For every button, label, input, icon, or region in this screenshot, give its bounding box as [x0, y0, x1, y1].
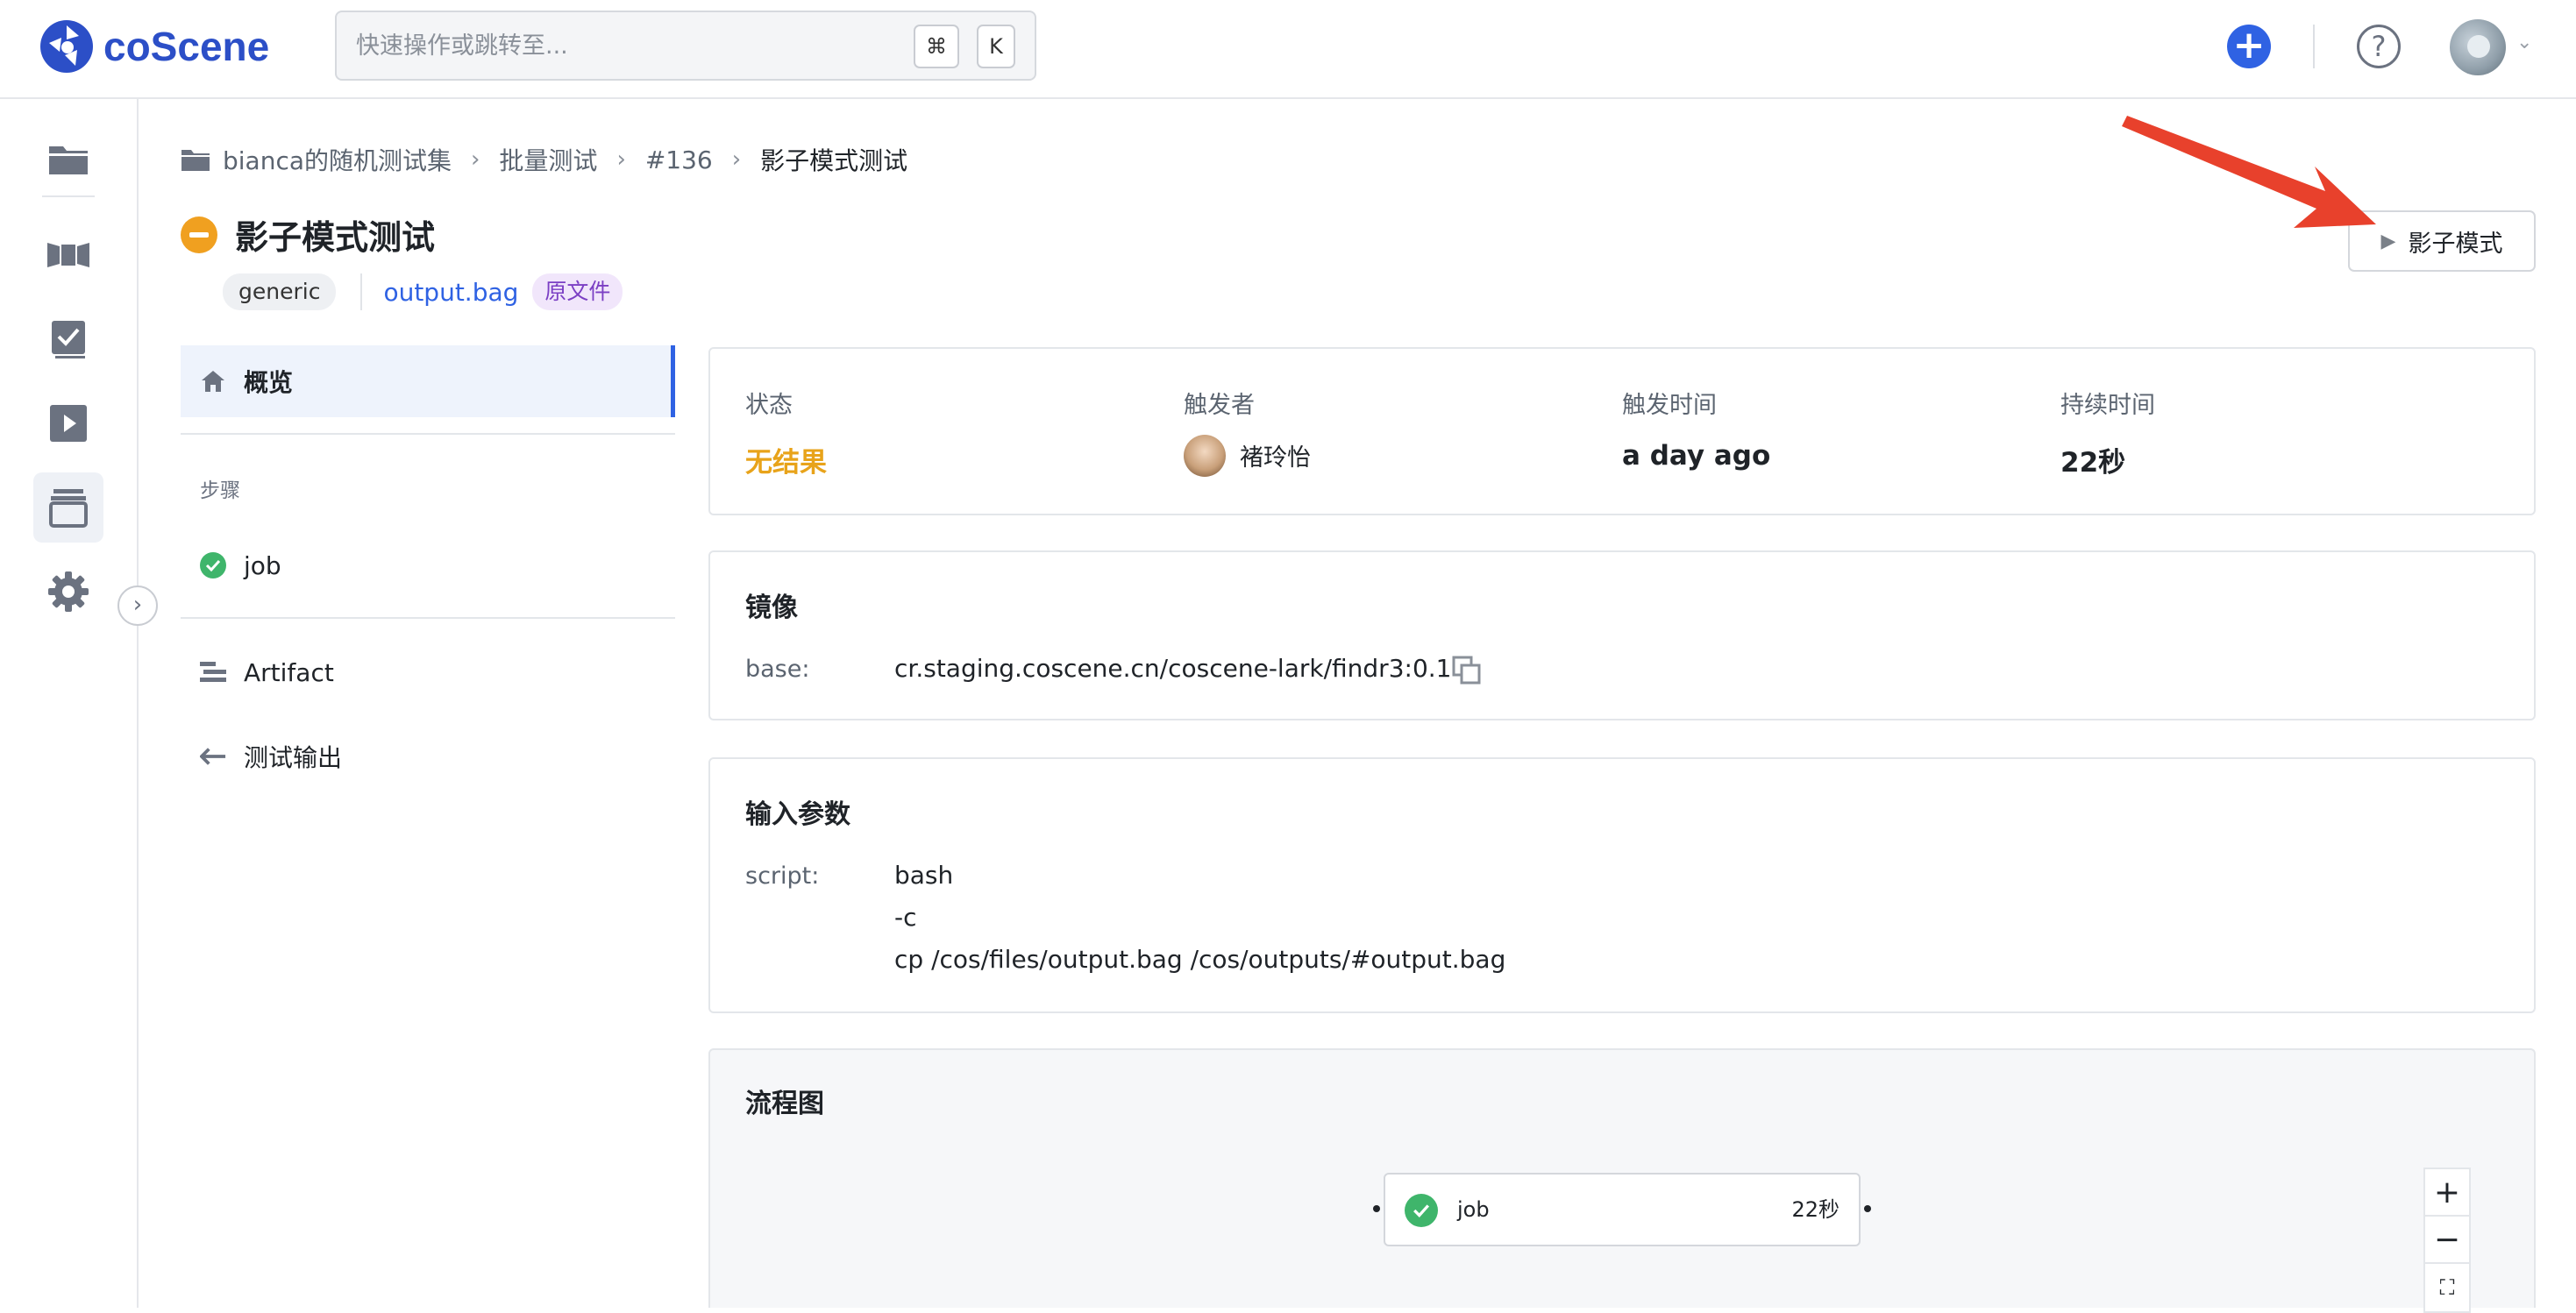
copy-icon[interactable] — [1452, 656, 1482, 685]
shortcut-k-key: K — [977, 25, 1015, 68]
avatar — [1184, 435, 1226, 477]
nav-divider — [181, 433, 675, 435]
rail-item-records[interactable] — [33, 472, 103, 543]
chevron-right-icon: › — [731, 146, 742, 173]
annotation-arrow-icon — [2122, 116, 2376, 228]
gear-icon — [48, 571, 89, 612]
chevron-right-icon: › — [616, 146, 626, 173]
rail-divider — [42, 195, 95, 197]
expand-sidebar-button[interactable]: › — [117, 586, 158, 626]
zoom-out-button[interactable]: − — [2425, 1217, 2469, 1264]
breadcrumb-current: 影子模式测试 — [760, 146, 908, 175]
search-input[interactable]: 快速操作或跳转至... ⌘ K — [335, 11, 1036, 81]
logo-icon — [40, 20, 93, 73]
raw-file-badge: 原文件 — [532, 273, 623, 310]
trigger-time-value: a day ago — [1622, 440, 1771, 472]
file-link[interactable]: output.bag — [383, 278, 518, 307]
nav-item-test-output[interactable]: 测试输出 — [181, 720, 675, 792]
nav-divider — [181, 617, 675, 619]
rail-item-settings[interactable] — [33, 557, 103, 627]
rail-item-projects[interactable] — [33, 124, 103, 194]
script-line: cp /cos/files/output.bag /cos/outputs/#o… — [894, 945, 1506, 974]
folder-icon — [49, 146, 88, 174]
top-bar: coScene 快速操作或跳转至... ⌘ K + ? ⌄ — [0, 0, 2576, 99]
plus-icon[interactable]: + — [2227, 25, 2271, 68]
nav-test-output-label: 测试输出 — [244, 743, 343, 772]
title-row: 影子模式测试 — [181, 210, 435, 259]
base-label: base: — [745, 656, 810, 683]
breadcrumb-project[interactable]: bianca的随机测试集 — [223, 142, 452, 177]
nav-item-job[interactable]: job — [181, 529, 675, 601]
summary-card: 状态 无结果 触发者 褚玲怡 触发时间 a day ago 持续时间 22秒 — [708, 347, 2536, 515]
header-divider — [2313, 25, 2315, 68]
flowchart-title: 流程图 — [745, 1089, 824, 1119]
search-placeholder: 快速操作或跳转至... — [356, 32, 568, 60]
image-card: 镜像 base: cr.staging.coscene.cn/coscene-l… — [708, 550, 2536, 720]
nav-item-overview[interactable]: 概览 — [181, 345, 675, 417]
status-value: 无结果 — [745, 447, 827, 479]
chevron-right-icon: › — [471, 146, 480, 173]
shortcut-cmd-key: ⌘ — [914, 25, 959, 68]
params-card-title: 输入参数 — [745, 799, 850, 830]
page-title: 影子模式测试 — [235, 218, 436, 257]
nav-group-steps: 步骤 — [200, 479, 240, 502]
flow-node-label: job — [1457, 1197, 1490, 1222]
left-rail — [0, 99, 139, 1308]
shadow-mode-label: 影子模式 — [2408, 230, 2503, 258]
flow-port-in — [1373, 1205, 1380, 1212]
tag-row: generic output.bag 原文件 — [223, 273, 623, 310]
base-value: cr.staging.coscene.cn/coscene-lark/findr… — [894, 654, 1452, 683]
nav-item-artifact[interactable]: Artifact — [181, 636, 675, 708]
duration-label: 持续时间 — [2060, 392, 2155, 419]
play-icon — [50, 405, 87, 442]
trigger-value: 褚玲怡 — [1240, 444, 1311, 472]
arrow-left-icon — [200, 747, 226, 766]
fit-view-button[interactable]: ⛶ — [2425, 1264, 2469, 1311]
zoom-in-button[interactable]: + — [2425, 1169, 2469, 1217]
flowchart-card: 流程图 job 22秒 + − ⛶ — [708, 1048, 2536, 1313]
script-line: -c — [894, 903, 917, 932]
check-circle-icon — [200, 552, 226, 578]
nav-overview-label: 概览 — [244, 368, 294, 397]
breadcrumb: bianca的随机测试集 › 批量测试 › #136 › 影子模式测试 — [181, 140, 907, 179]
rail-item-playback[interactable] — [33, 388, 103, 458]
logo-text: coScene — [103, 24, 270, 69]
records-icon — [49, 489, 88, 528]
tag-divider — [360, 273, 363, 310]
dataset-icon — [47, 243, 89, 267]
tag-generic: generic — [223, 273, 337, 310]
folder-icon — [181, 150, 210, 171]
artifact-icon — [200, 661, 226, 684]
script-line: bash — [894, 861, 954, 890]
rail-item-tasks[interactable] — [33, 304, 103, 374]
script-label: script: — [745, 862, 820, 890]
zoom-controls: + − ⛶ — [2423, 1168, 2471, 1313]
breadcrumb-batch-test[interactable]: 批量测试 — [499, 142, 597, 177]
breadcrumb-run[interactable]: #136 — [645, 145, 713, 174]
nav-job-label: job — [244, 550, 281, 580]
home-icon — [200, 370, 226, 393]
chevron-down-icon[interactable]: ⌄ — [2516, 32, 2532, 53]
task-icon — [52, 321, 85, 358]
logo[interactable]: coScene — [39, 16, 269, 77]
image-card-title: 镜像 — [745, 593, 798, 623]
flow-node-job[interactable]: job 22秒 — [1384, 1173, 1861, 1246]
trigger-time-label: 触发时间 — [1622, 392, 1717, 419]
trigger-label: 触发者 — [1184, 392, 1255, 419]
chevron-right-icon: › — [132, 592, 143, 618]
rail-item-datasets[interactable] — [33, 220, 103, 290]
duration-value: 22秒 — [2060, 447, 2126, 479]
flow-node-duration: 22秒 — [1791, 1197, 1839, 1222]
nav-artifact-label: Artifact — [244, 657, 334, 687]
check-circle-icon — [1405, 1194, 1438, 1227]
help-icon[interactable]: ? — [2357, 25, 2401, 68]
avatar[interactable] — [2450, 19, 2506, 75]
status-icon — [181, 216, 217, 253]
params-card: 输入参数 script: bash -c cp /cos/files/outpu… — [708, 757, 2536, 1013]
status-label: 状态 — [745, 392, 793, 419]
flow-port-out — [1864, 1205, 1871, 1212]
